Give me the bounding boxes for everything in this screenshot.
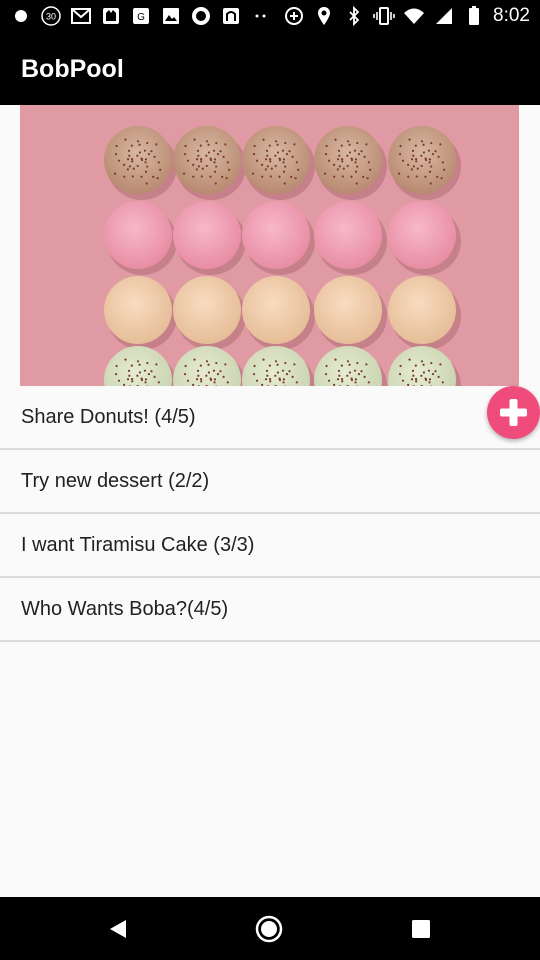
status-time: 8:02 (493, 5, 530, 26)
app-title: BobPool (21, 55, 124, 83)
speed-badge-icon: 30 (40, 5, 62, 27)
more-icon (250, 5, 272, 27)
pool-list: Share Donuts! (4/5) Try new dessert (2/2… (0, 386, 540, 642)
image-icon (160, 5, 182, 27)
gmail-icon (70, 5, 92, 27)
wifi-icon (403, 5, 425, 27)
back-button[interactable] (78, 897, 158, 960)
pool-item-label: Try new dessert (2/2) (21, 470, 210, 492)
back-icon (110, 919, 126, 938)
recents-icon (412, 919, 430, 938)
notification-icons: 30 G (10, 4, 272, 28)
home-button[interactable] (229, 897, 309, 960)
home-icon (255, 915, 283, 942)
cat-app-icon (100, 5, 122, 27)
mail-icon (220, 5, 242, 27)
pool-item-label: Share Donuts! (4/5) (21, 406, 196, 428)
data-saver-icon (283, 5, 305, 27)
svg-text:30: 30 (46, 12, 56, 22)
vibrate-icon (373, 5, 395, 27)
media-icon (190, 5, 212, 27)
pool-item-label: I want Tiramisu Cake (3/3) (21, 534, 255, 556)
pool-item-tiramisu-cake[interactable]: I want Tiramisu Cake (3/3) (0, 514, 540, 578)
app-bar: BobPool (0, 33, 540, 105)
signal-icon (433, 5, 455, 27)
pool-item-boba[interactable]: Who Wants Boba?(4/5) (0, 578, 540, 642)
recents-button[interactable] (381, 897, 461, 960)
system-icons: 8:02 (283, 4, 530, 28)
maps-icon: G (130, 5, 152, 27)
location-icon (313, 5, 335, 27)
add-pool-button[interactable] (487, 386, 540, 439)
pool-item-share-donuts[interactable]: Share Donuts! (4/5) (0, 386, 540, 450)
battery-icon (463, 5, 485, 27)
add-icon (500, 399, 527, 426)
pool-item-try-new-dessert[interactable]: Try new dessert (2/2) (0, 450, 540, 514)
status-bar: 30 G 8:02 (0, 0, 540, 33)
svg-text:G: G (137, 12, 145, 23)
pool-item-label: Who Wants Boba?(4/5) (21, 598, 229, 620)
bluetooth-icon (343, 5, 365, 27)
navigation-bar (0, 897, 540, 960)
hero-image (20, 105, 519, 386)
record-icon (10, 5, 32, 27)
macarons-photo (20, 105, 519, 386)
